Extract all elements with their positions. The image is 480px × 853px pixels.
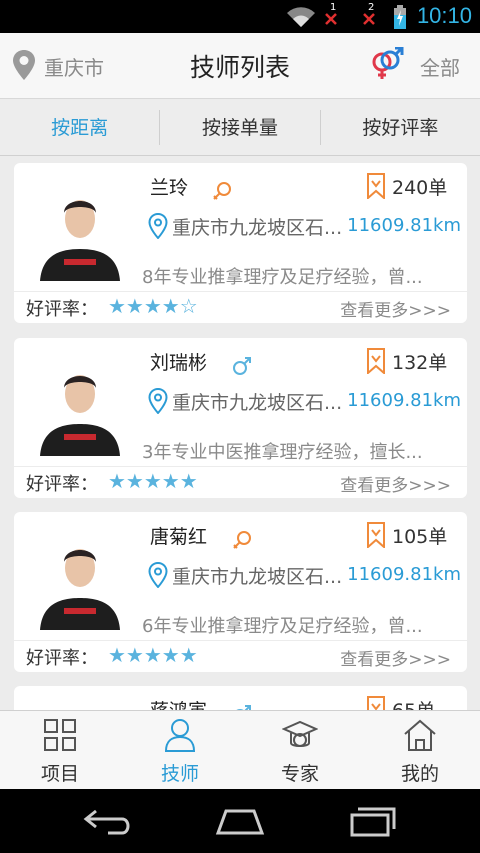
filter-all-button[interactable]: 全部 bbox=[420, 52, 460, 81]
nav-label: 技师 bbox=[160, 763, 199, 785]
wifi-icon bbox=[287, 7, 315, 28]
person-icon bbox=[164, 719, 196, 752]
technician-distance: 11609.81km bbox=[347, 390, 461, 411]
technician-list[interactable]: 兰玲 240单 重庆市九龙坡区石... 11609.81km 8年专业推拿理疗及… bbox=[0, 157, 480, 710]
nav-item-mine[interactable]: 我的 bbox=[360, 711, 480, 789]
bookmark-icon bbox=[367, 348, 385, 374]
technician-name: 唐菊红 bbox=[150, 526, 208, 548]
technician-card[interactable]: 蒋鸿寅 65单 bbox=[14, 686, 467, 710]
nav-item-technicians[interactable]: 技师 bbox=[120, 711, 240, 789]
system-nav-bar bbox=[0, 789, 480, 853]
technician-distance: 11609.81km bbox=[347, 215, 461, 236]
nav-item-experts[interactable]: 专家 bbox=[240, 711, 360, 789]
technician-name: 蒋鸿寅 bbox=[150, 696, 207, 710]
rating-stars: ★★★★★ bbox=[108, 643, 198, 667]
female-icon bbox=[213, 182, 231, 200]
tab-sort-orders[interactable]: 按接单量 bbox=[160, 100, 319, 155]
technician-card[interactable]: 唐菊红 105单 重庆市九龙坡区石... 11609.81km 6年专业推拿理疗… bbox=[14, 512, 467, 672]
app-header: 重庆市 技师列表 全部 bbox=[0, 33, 480, 99]
order-count: 132单 bbox=[392, 352, 448, 374]
home-button-icon[interactable] bbox=[214, 805, 266, 837]
female-icon bbox=[233, 531, 251, 549]
view-more-link[interactable]: 查看更多>>> bbox=[340, 645, 451, 670]
clock: 10:10 bbox=[416, 3, 472, 28]
location-pin-icon bbox=[148, 213, 168, 239]
male-icon bbox=[233, 357, 251, 375]
card-divider bbox=[14, 466, 467, 467]
technician-description: 8年专业推拿理疗及足疗经验，曾... bbox=[142, 267, 423, 288]
home-icon bbox=[404, 719, 436, 751]
technician-description: 3年专业中医推拿理疗经验，擅长... bbox=[142, 442, 423, 463]
back-icon[interactable] bbox=[82, 805, 134, 837]
technician-address: 重庆市九龙坡区石... bbox=[172, 566, 343, 588]
card-divider bbox=[14, 640, 467, 641]
location-pin-icon[interactable] bbox=[12, 49, 36, 81]
bookmark-icon bbox=[367, 522, 385, 548]
technician-distance: 11609.81km bbox=[347, 564, 461, 585]
status-bar: 1 2 10:10 bbox=[0, 0, 480, 33]
grid-icon bbox=[44, 719, 76, 751]
gender-filter-icon[interactable] bbox=[370, 47, 404, 81]
bottom-nav: 项目 技师 专家 我的 bbox=[0, 710, 480, 789]
technician-card[interactable]: 刘瑞彬 132单 重庆市九龙坡区石... 11609.81km 3年专业中医推拿… bbox=[14, 338, 467, 498]
nav-item-projects[interactable]: 项目 bbox=[0, 711, 120, 789]
location-pin-icon bbox=[148, 388, 168, 414]
nav-label: 专家 bbox=[280, 763, 319, 785]
order-count: 65单 bbox=[392, 696, 435, 710]
city-selector[interactable]: 重庆市 bbox=[44, 52, 104, 81]
technician-avatar[interactable] bbox=[32, 185, 128, 281]
location-pin-icon bbox=[148, 562, 168, 588]
technician-address: 重庆市九龙坡区石... bbox=[172, 217, 343, 239]
graduation-cap-icon bbox=[282, 720, 318, 747]
no-signal-icon bbox=[325, 13, 337, 25]
view-more-link[interactable]: 查看更多>>> bbox=[340, 296, 451, 321]
view-more-link[interactable]: 查看更多>>> bbox=[340, 471, 451, 496]
technician-name: 刘瑞彬 bbox=[150, 352, 208, 374]
technician-avatar[interactable] bbox=[32, 534, 128, 630]
rating-stars: ★★★★★ bbox=[108, 469, 198, 493]
tab-sort-distance[interactable]: 按距离 bbox=[0, 100, 159, 155]
technician-name: 兰玲 bbox=[150, 177, 189, 199]
technician-description: 6年专业推拿理疗及足疗经验，曾... bbox=[142, 616, 423, 637]
rating-label: 好评率： bbox=[26, 299, 98, 320]
bookmark-icon bbox=[367, 696, 385, 710]
order-count: 240单 bbox=[392, 177, 448, 199]
rating-label: 好评率： bbox=[26, 474, 98, 495]
rating-stars: ★★★★☆ bbox=[108, 294, 198, 318]
order-count: 105单 bbox=[392, 526, 448, 548]
sort-tabs: 按距离 按接单量 按好评率 bbox=[0, 100, 480, 156]
recent-apps-icon[interactable] bbox=[348, 805, 400, 837]
tab-sort-rating[interactable]: 按好评率 bbox=[321, 100, 480, 155]
technician-avatar[interactable] bbox=[32, 360, 128, 456]
no-signal-icon bbox=[363, 13, 375, 25]
rating-label: 好评率： bbox=[26, 648, 98, 669]
technician-address: 重庆市九龙坡区石... bbox=[172, 392, 343, 414]
bookmark-icon bbox=[367, 173, 385, 199]
technician-card[interactable]: 兰玲 240单 重庆市九龙坡区石... 11609.81km 8年专业推拿理疗及… bbox=[14, 163, 467, 323]
nav-label: 项目 bbox=[40, 763, 79, 785]
card-divider bbox=[14, 291, 467, 292]
nav-label: 我的 bbox=[400, 763, 439, 785]
battery-charging-icon bbox=[394, 5, 406, 29]
